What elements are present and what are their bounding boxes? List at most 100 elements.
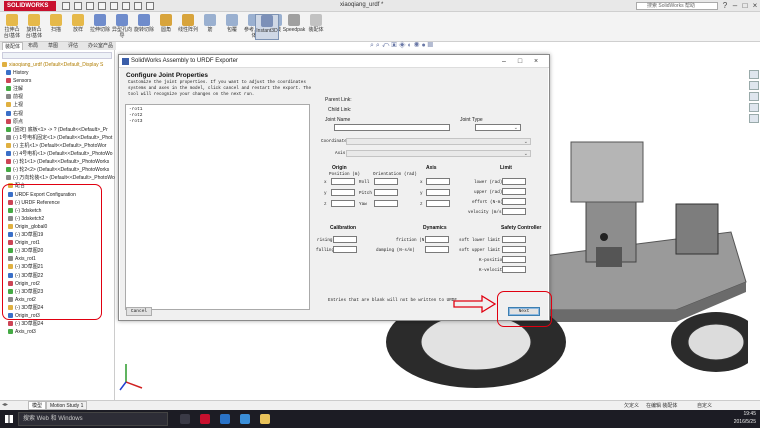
rebuild-icon[interactable] bbox=[134, 2, 142, 10]
fillet-button[interactable]: 圆角 bbox=[156, 14, 176, 40]
extrude-cut-button[interactable]: 拉伸切除 bbox=[90, 14, 110, 40]
origin-z-input[interactable] bbox=[331, 200, 355, 207]
axis-z-input[interactable] bbox=[426, 200, 450, 207]
windows-start-icon[interactable] bbox=[5, 415, 13, 423]
scene-icon[interactable]: ▤ bbox=[428, 42, 435, 49]
tree-nav-arrows-icon[interactable]: ◂▸ bbox=[2, 402, 12, 409]
section-view-icon[interactable]: ▣ bbox=[391, 42, 398, 49]
speedpak-button[interactable]: Speedpak bbox=[282, 14, 306, 40]
tree-item[interactable]: (-) 轮2<2> (Default<<Default>_PhotoWorks bbox=[6, 167, 109, 174]
appearances-icon[interactable] bbox=[749, 114, 759, 123]
origin-y-input[interactable] bbox=[331, 189, 355, 196]
link-tree-view[interactable]: -rot1 -rot2 -rot3 bbox=[125, 104, 310, 310]
task-view-icon[interactable] bbox=[180, 414, 190, 424]
solidworks-logo[interactable]: SOLIDWORKS bbox=[4, 1, 56, 11]
damping-input[interactable] bbox=[425, 246, 449, 253]
tab-model[interactable]: 模型 bbox=[28, 401, 47, 410]
tree-item[interactable]: 前视 bbox=[6, 94, 23, 101]
tree-item[interactable]: (-) 1号电机固定<1> (Default<<Default>_Phot bbox=[6, 134, 112, 142]
axis-y-input[interactable] bbox=[426, 189, 450, 196]
tree-item[interactable]: 右视 bbox=[6, 110, 23, 118]
tree-item[interactable]: (-) 4号电机<1> (Default<<Default>_PhotoWo bbox=[6, 151, 113, 158]
revolve-cut-button[interactable]: 旋转切除 bbox=[134, 14, 154, 40]
open-file-icon[interactable] bbox=[74, 2, 82, 10]
axis-select[interactable]: ⌄ bbox=[346, 150, 531, 157]
tab-sketch[interactable]: 草图 bbox=[46, 42, 60, 50]
design-library-icon[interactable] bbox=[749, 81, 759, 90]
tree-item[interactable]: (-) 3D草图24 bbox=[8, 321, 43, 328]
wrap-button[interactable]: 包覆 bbox=[222, 14, 242, 40]
assembly-button[interactable]: 装配体 bbox=[306, 14, 326, 40]
axis-x-input[interactable] bbox=[426, 178, 450, 185]
previous-view-icon[interactable]: ↶ bbox=[382, 42, 391, 49]
soft-lower-input[interactable] bbox=[502, 236, 526, 243]
origin-x-input[interactable] bbox=[331, 178, 355, 185]
lower-input[interactable] bbox=[502, 178, 526, 185]
loft-button[interactable]: 放样 bbox=[68, 14, 88, 40]
velocity-input[interactable] bbox=[502, 208, 526, 215]
help-button[interactable]: ? bbox=[720, 1, 730, 11]
k-velocity-input[interactable] bbox=[502, 266, 526, 273]
extrude-boss-button[interactable]: 拉伸凸台/基体 bbox=[2, 14, 22, 40]
tree-item[interactable]: 上视 bbox=[6, 102, 23, 109]
tree-item[interactable]: 注解 bbox=[6, 86, 23, 93]
roll-input[interactable] bbox=[374, 178, 398, 185]
k-position-input[interactable] bbox=[502, 256, 526, 263]
dialog-minimize-button[interactable]: – bbox=[497, 55, 511, 68]
view-palette-icon[interactable] bbox=[749, 103, 759, 112]
undo-icon[interactable] bbox=[110, 2, 118, 10]
rib-button[interactable]: 筋 bbox=[200, 14, 220, 40]
tree-root[interactable]: xiaoqiang_urdf (Default<Default_Display … bbox=[2, 62, 103, 69]
help-search-input[interactable]: 搜索 SolidWorks 帮助 bbox=[636, 2, 718, 10]
maximize-button[interactable]: □ bbox=[740, 1, 750, 11]
dialog-close-button[interactable]: × bbox=[529, 55, 543, 68]
save-icon[interactable] bbox=[86, 2, 94, 10]
new-file-icon[interactable] bbox=[62, 2, 70, 10]
tab-motion-study[interactable]: Motion Study 1 bbox=[46, 401, 88, 410]
joint-type-select[interactable]: ⌄ bbox=[475, 124, 521, 131]
tree-item[interactable]: Sensors bbox=[6, 78, 31, 85]
hole-wizard-button[interactable]: 异型孔向导 bbox=[112, 14, 132, 40]
select-icon[interactable] bbox=[122, 2, 130, 10]
tree-item[interactable]: (-) 轮1<1> (Default<<Default>_PhotoWorks bbox=[6, 159, 109, 166]
link-item[interactable]: -rot3 bbox=[129, 119, 143, 124]
windows-search-input[interactable]: 搜索 Web 和 Windows bbox=[18, 412, 168, 426]
linear-pattern-button[interactable]: 线性阵列 bbox=[178, 14, 198, 40]
upper-input[interactable] bbox=[502, 188, 526, 195]
tree-filter[interactable] bbox=[2, 52, 112, 59]
heads-up-toolbar[interactable]: ⌕⌕↶▣◈◐◉●▤ bbox=[370, 42, 490, 50]
tree-item[interactable]: History bbox=[6, 70, 29, 77]
tree-item[interactable]: Axis_rot3 bbox=[8, 329, 36, 336]
link-item[interactable]: -rot1 bbox=[129, 107, 143, 112]
view-orientation-icon[interactable]: ◈ bbox=[399, 42, 408, 49]
revolve-boss-button[interactable]: 旋转凸台/基体 bbox=[24, 14, 44, 40]
close-button[interactable]: × bbox=[750, 1, 760, 11]
tree-item[interactable]: 原点 bbox=[6, 118, 23, 126]
taskbar-time[interactable]: 19:45 bbox=[722, 411, 756, 418]
resources-icon[interactable] bbox=[749, 70, 759, 79]
rising-input[interactable] bbox=[333, 236, 357, 243]
tree-item[interactable]: (固定) 底板<1> -> ? (Default<<Default>_Pr bbox=[6, 126, 108, 134]
file-explorer-taskbar-icon[interactable] bbox=[260, 414, 270, 424]
falling-input[interactable] bbox=[333, 246, 357, 253]
coordinates-select[interactable]: ⌄ bbox=[346, 138, 531, 145]
dialog-maximize-button[interactable]: □ bbox=[513, 55, 527, 68]
sweep-button[interactable]: 扫描 bbox=[46, 14, 66, 40]
minimize-button[interactable]: – bbox=[730, 1, 740, 11]
solidworks-taskbar-icon[interactable] bbox=[200, 414, 210, 424]
instant3d-button[interactable]: Instant3D bbox=[255, 14, 279, 40]
cancel-button[interactable]: Cancel bbox=[126, 307, 152, 316]
yaw-input[interactable] bbox=[374, 200, 398, 207]
tab-office[interactable]: 办公室产品 bbox=[86, 42, 115, 50]
link-item[interactable]: -rot2 bbox=[129, 113, 143, 118]
friction-input[interactable] bbox=[425, 236, 449, 243]
print-icon[interactable] bbox=[98, 2, 106, 10]
tree-item[interactable]: (-) 主机<1> (Default<<Default>_PhotoWor bbox=[6, 142, 106, 150]
tab-layout[interactable]: 布局 bbox=[26, 42, 40, 50]
tree-item[interactable]: (-) 万向轮装<1> (Default<<Default>_PhotoWo bbox=[6, 175, 115, 182]
chrome-icon[interactable] bbox=[240, 414, 250, 424]
edge-icon[interactable] bbox=[220, 414, 230, 424]
file-explorer-icon[interactable] bbox=[749, 92, 759, 101]
tab-assembly[interactable]: 装配体 bbox=[2, 42, 24, 50]
soft-upper-input[interactable] bbox=[502, 246, 526, 253]
